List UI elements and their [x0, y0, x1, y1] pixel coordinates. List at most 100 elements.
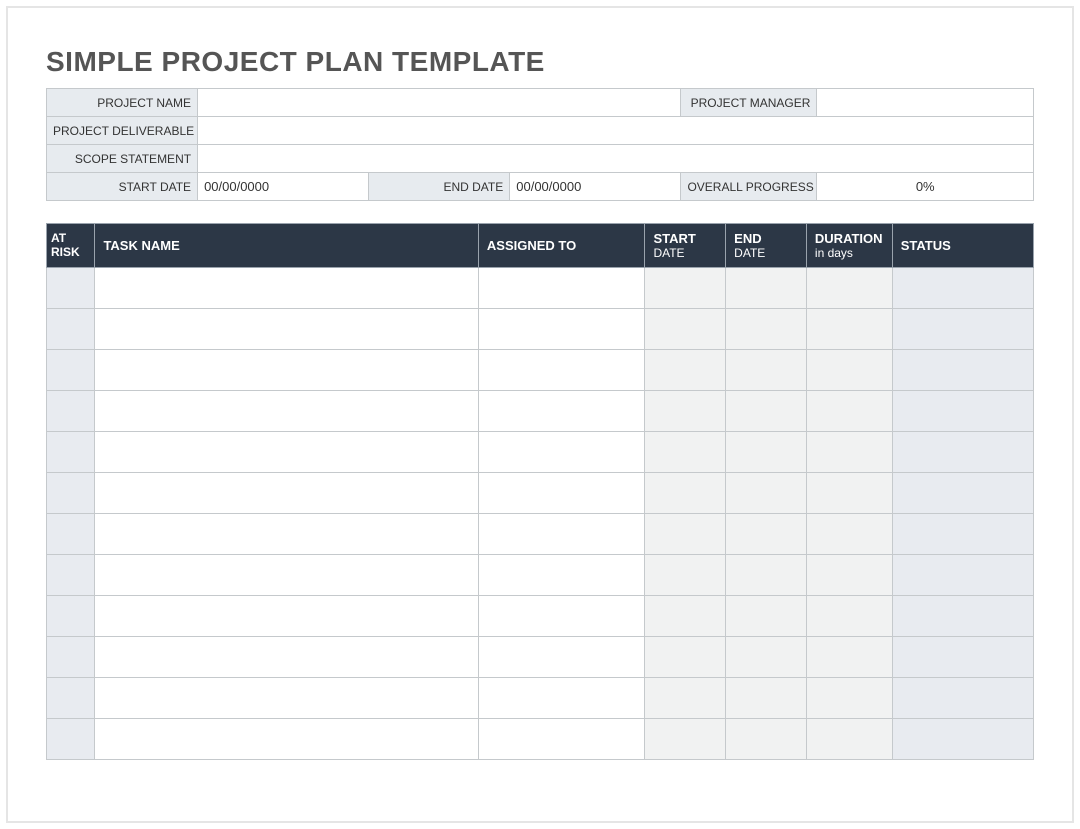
cell-assigned-to[interactable]	[478, 309, 645, 350]
cell-at-risk[interactable]	[47, 391, 95, 432]
cell-at-risk[interactable]	[47, 309, 95, 350]
cell-status[interactable]	[892, 391, 1033, 432]
cell-assigned-to[interactable]	[478, 719, 645, 760]
cell-end-date[interactable]	[726, 678, 807, 719]
cell-at-risk[interactable]	[47, 555, 95, 596]
task-grid: AT RISK TASK NAME ASSIGNED TO START DATE…	[46, 223, 1034, 760]
cell-start-date[interactable]	[645, 268, 726, 309]
value-project-name[interactable]	[198, 89, 681, 117]
cell-start-date[interactable]	[645, 350, 726, 391]
cell-status[interactable]	[892, 350, 1033, 391]
cell-end-date[interactable]	[726, 473, 807, 514]
cell-end-date[interactable]	[726, 432, 807, 473]
cell-task-name[interactable]	[95, 473, 478, 514]
cell-assigned-to[interactable]	[478, 391, 645, 432]
cell-task-name[interactable]	[95, 309, 478, 350]
cell-task-name[interactable]	[95, 391, 478, 432]
cell-duration[interactable]	[806, 514, 892, 555]
cell-end-date[interactable]	[726, 514, 807, 555]
cell-end-date[interactable]	[726, 350, 807, 391]
cell-start-date[interactable]	[645, 555, 726, 596]
header-task-name: TASK NAME	[95, 224, 478, 268]
cell-at-risk[interactable]	[47, 432, 95, 473]
cell-end-date[interactable]	[726, 719, 807, 760]
value-project-manager[interactable]	[817, 89, 1034, 117]
cell-task-name[interactable]	[95, 596, 478, 637]
value-project-deliverable[interactable]	[198, 117, 1034, 145]
cell-task-name[interactable]	[95, 637, 478, 678]
cell-status[interactable]	[892, 309, 1033, 350]
task-row	[47, 268, 1034, 309]
cell-status[interactable]	[892, 555, 1033, 596]
cell-task-name[interactable]	[95, 432, 478, 473]
cell-assigned-to[interactable]	[478, 432, 645, 473]
cell-assigned-to[interactable]	[478, 678, 645, 719]
cell-assigned-to[interactable]	[478, 514, 645, 555]
cell-start-date[interactable]	[645, 391, 726, 432]
cell-at-risk[interactable]	[47, 350, 95, 391]
cell-at-risk[interactable]	[47, 473, 95, 514]
cell-task-name[interactable]	[95, 555, 478, 596]
cell-duration[interactable]	[806, 596, 892, 637]
value-scope-statement[interactable]	[198, 145, 1034, 173]
cell-duration[interactable]	[806, 719, 892, 760]
cell-at-risk[interactable]	[47, 514, 95, 555]
value-start-date[interactable]: 00/00/0000	[198, 173, 369, 201]
cell-duration[interactable]	[806, 637, 892, 678]
value-end-date[interactable]: 00/00/0000	[510, 173, 681, 201]
cell-duration[interactable]	[806, 309, 892, 350]
cell-task-name[interactable]	[95, 514, 478, 555]
cell-start-date[interactable]	[645, 678, 726, 719]
cell-assigned-to[interactable]	[478, 555, 645, 596]
cell-start-date[interactable]	[645, 514, 726, 555]
cell-duration[interactable]	[806, 473, 892, 514]
task-row	[47, 678, 1034, 719]
value-overall-progress[interactable]: 0%	[817, 173, 1034, 201]
cell-task-name[interactable]	[95, 268, 478, 309]
cell-at-risk[interactable]	[47, 596, 95, 637]
cell-status[interactable]	[892, 678, 1033, 719]
cell-at-risk[interactable]	[47, 268, 95, 309]
cell-start-date[interactable]	[645, 309, 726, 350]
cell-assigned-to[interactable]	[478, 596, 645, 637]
cell-duration[interactable]	[806, 432, 892, 473]
cell-status[interactable]	[892, 514, 1033, 555]
cell-status[interactable]	[892, 637, 1033, 678]
cell-end-date[interactable]	[726, 555, 807, 596]
cell-start-date[interactable]	[645, 473, 726, 514]
cell-task-name[interactable]	[95, 678, 478, 719]
cell-at-risk[interactable]	[47, 719, 95, 760]
cell-status[interactable]	[892, 473, 1033, 514]
cell-duration[interactable]	[806, 391, 892, 432]
cell-assigned-to[interactable]	[478, 268, 645, 309]
cell-task-name[interactable]	[95, 350, 478, 391]
header-end-date-l1: END	[734, 231, 761, 246]
cell-start-date[interactable]	[645, 719, 726, 760]
header-duration-l1: DURATION	[815, 231, 883, 246]
cell-assigned-to[interactable]	[478, 350, 645, 391]
cell-task-name[interactable]	[95, 719, 478, 760]
cell-duration[interactable]	[806, 350, 892, 391]
cell-duration[interactable]	[806, 555, 892, 596]
cell-start-date[interactable]	[645, 432, 726, 473]
cell-assigned-to[interactable]	[478, 473, 645, 514]
cell-status[interactable]	[892, 719, 1033, 760]
cell-status[interactable]	[892, 432, 1033, 473]
cell-end-date[interactable]	[726, 309, 807, 350]
cell-duration[interactable]	[806, 268, 892, 309]
cell-start-date[interactable]	[645, 596, 726, 637]
cell-at-risk[interactable]	[47, 637, 95, 678]
cell-end-date[interactable]	[726, 268, 807, 309]
cell-at-risk[interactable]	[47, 678, 95, 719]
meta-table: PROJECT NAME PROJECT MANAGER PROJECT DEL…	[46, 88, 1034, 201]
cell-assigned-to[interactable]	[478, 637, 645, 678]
cell-status[interactable]	[892, 268, 1033, 309]
page-title: SIMPLE PROJECT PLAN TEMPLATE	[46, 46, 1034, 78]
cell-status[interactable]	[892, 596, 1033, 637]
cell-duration[interactable]	[806, 678, 892, 719]
cell-end-date[interactable]	[726, 637, 807, 678]
cell-start-date[interactable]	[645, 637, 726, 678]
cell-end-date[interactable]	[726, 596, 807, 637]
cell-end-date[interactable]	[726, 391, 807, 432]
header-status: STATUS	[892, 224, 1033, 268]
